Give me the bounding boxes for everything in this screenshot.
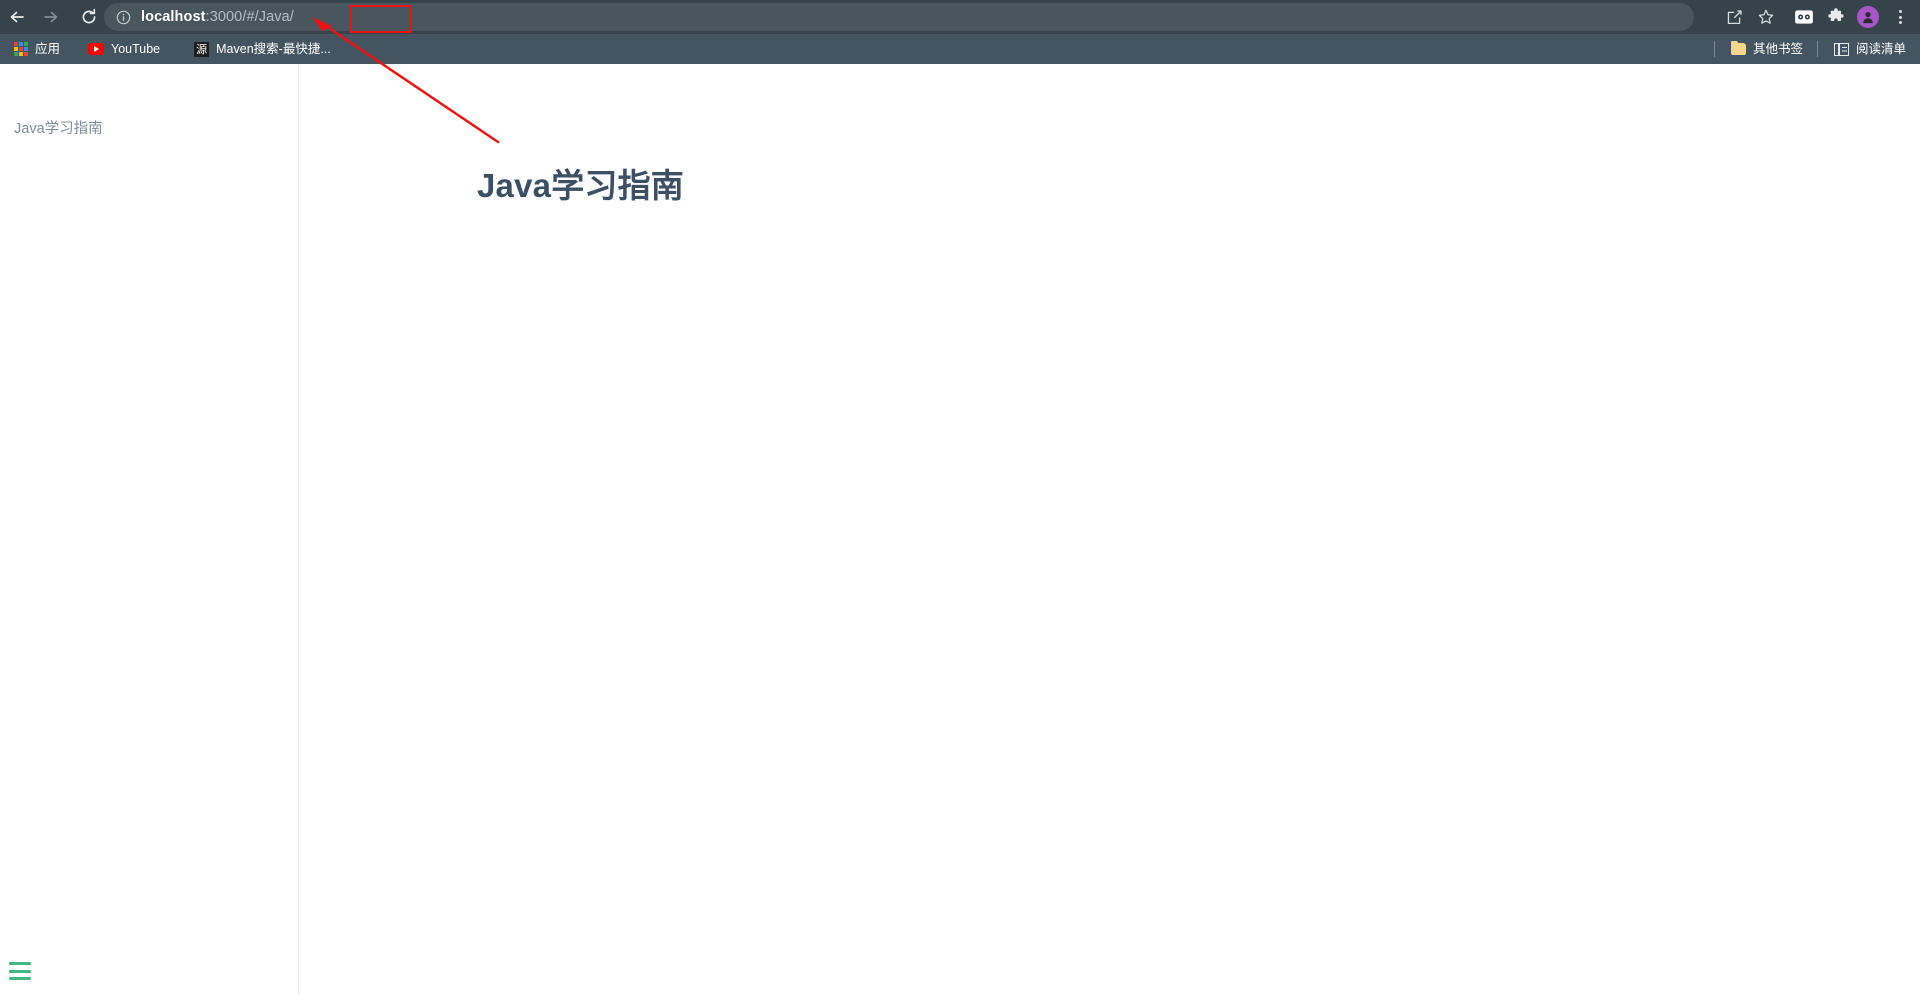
sidebar-item-java-guide[interactable]: Java学习指南 [14, 119, 103, 139]
extensions-button[interactable] [1820, 0, 1852, 34]
forward-arrow-icon [44, 11, 58, 23]
page-title: Java学习指南 [477, 167, 685, 205]
reading-list-button[interactable]: 阅读清单 [1826, 37, 1914, 61]
extensions-puzzle-icon [1828, 8, 1844, 22]
back-arrow-icon [10, 11, 24, 23]
browser-window: localhost:3000/#/Java/ 应用 YouTube 源 Mave… [0, 0, 1920, 994]
bookmark-star-icon [1758, 9, 1774, 24]
url-host: localhost [141, 8, 206, 25]
youtube-icon [88, 43, 105, 55]
reload-button[interactable] [72, 0, 106, 34]
apps-grid-icon [14, 42, 28, 56]
reading-list-label: 阅读清单 [1855, 41, 1906, 56]
sidebar-hamburger-toggle[interactable] [9, 962, 31, 980]
maven-icon: 源 [194, 41, 210, 57]
person-icon [1863, 12, 1873, 24]
forward-button[interactable] [34, 0, 68, 34]
bookmarks-divider [1713, 41, 1715, 57]
other-bookmarks-button[interactable]: 其他书签 [1723, 37, 1811, 61]
reading-list-icon [1833, 42, 1849, 56]
reading-mode-button[interactable] [1788, 0, 1820, 34]
bookmark-youtube[interactable]: YouTube [80, 37, 168, 61]
bookmarks-divider [1816, 41, 1818, 57]
bookmarks-bar-right: 其他书签 阅读清单 [1708, 34, 1914, 64]
folder-icon [1730, 41, 1746, 55]
profile-button[interactable] [1852, 0, 1884, 34]
bookmark-label: Maven搜索-最快捷... [216, 41, 331, 56]
info-circle-icon [116, 10, 130, 24]
url-path: :3000/# [205, 8, 255, 25]
profile-avatar [1857, 6, 1879, 28]
share-icon [1727, 9, 1742, 24]
page-viewport: Java学习指南 Java学习指南 [0, 64, 1920, 994]
annotation-highlight-box [350, 5, 412, 33]
bookmark-label: YouTube [111, 41, 161, 56]
site-info-icon[interactable] [114, 8, 132, 26]
chrome-menu-button[interactable] [1884, 0, 1916, 34]
bookmark-apps[interactable]: 应用 [6, 37, 68, 61]
bookmark-maven[interactable]: 源 Maven搜索-最快捷... [186, 37, 339, 61]
bookmark-button[interactable] [1750, 0, 1782, 34]
goggles-icon [1795, 10, 1813, 24]
url-text: localhost:3000/#/Java/ [141, 10, 294, 25]
bookmarks-bar: 应用 YouTube 源 Maven搜索-最快捷... 其他书签 阅读清单 [0, 34, 1920, 64]
docs-content: Java学习指南 [300, 64, 1920, 994]
url-fragment: /Java/ [254, 8, 294, 25]
bookmark-label: 应用 [35, 41, 61, 56]
other-bookmarks-label: 其他书签 [1752, 41, 1803, 56]
reload-icon [82, 8, 96, 24]
address-bar[interactable]: localhost:3000/#/Java/ [104, 3, 1694, 33]
docs-sidebar: Java学习指南 [0, 64, 299, 994]
share-button[interactable] [1718, 0, 1750, 34]
back-button[interactable] [0, 0, 34, 34]
kebab-menu-icon [1898, 10, 1902, 24]
toolbar-icon-group [1718, 0, 1916, 34]
browser-toolbar: localhost:3000/#/Java/ [0, 0, 1920, 34]
